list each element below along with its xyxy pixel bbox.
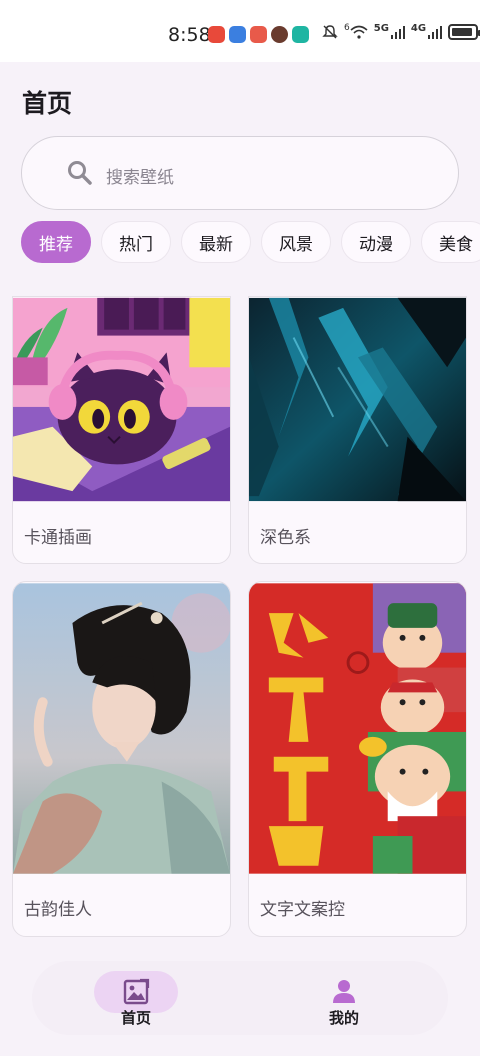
wallpaper-card[interactable]: 深色系 <box>248 296 467 564</box>
mute-icon <box>322 25 338 39</box>
shield-notification-icon <box>292 26 309 43</box>
category-chip-latest[interactable]: 最新 <box>181 221 251 263</box>
wallpaper-title: 卡通插画 <box>24 528 92 548</box>
battery-icon <box>448 24 480 40</box>
nav-home[interactable]: 首页 <box>32 961 240 1035</box>
search-icon <box>68 161 92 185</box>
avatar-notification-icon <box>271 26 288 43</box>
signal-icon <box>428 26 443 39</box>
category-chip-food[interactable]: 美食 <box>421 221 480 263</box>
search-input[interactable]: 搜索壁纸 <box>21 136 459 210</box>
nav-profile-label: 我的 <box>328 1009 359 1027</box>
page-title: 首页 <box>22 89 73 118</box>
wallpaper-card[interactable]: 文字文案控 <box>248 581 467 937</box>
wallpaper-title: 古韵佳人 <box>24 900 92 920</box>
network-5g-label: 5G <box>373 22 389 34</box>
category-chip-anime[interactable]: 动漫 <box>341 221 411 263</box>
person-icon <box>333 980 355 1003</box>
nav-profile[interactable]: 我的 <box>284 961 404 1035</box>
app-notification-icon <box>208 26 225 43</box>
wallpaper-title: 深色系 <box>260 528 311 548</box>
network-4g-label: 4G <box>410 22 427 34</box>
app-notification-icon <box>229 26 246 43</box>
wifi-icon <box>350 25 368 39</box>
category-chip-scenery[interactable]: 风景 <box>261 221 331 263</box>
search-placeholder: 搜索壁纸 <box>106 168 174 188</box>
wallpaper-title: 文字文案控 <box>260 900 345 920</box>
wallpaper-card[interactable]: 古韵佳人 <box>12 581 231 937</box>
category-tabs: 推荐 热门 最新 风景 动漫 美食 <box>21 221 480 265</box>
nav-home-label: 首页 <box>120 1009 151 1027</box>
wallpaper-image <box>249 297 466 502</box>
image-gallery-icon <box>123 978 150 1005</box>
wallpaper-image <box>13 583 230 874</box>
status-bar: 8:58 6 5G 4G <box>0 0 480 62</box>
category-chip-recommended[interactable]: 推荐 <box>21 221 91 263</box>
app-notification-icon <box>250 26 267 43</box>
signal-icon <box>390 26 405 39</box>
wallpaper-image <box>249 583 466 874</box>
bottom-navigation: 首页 我的 <box>32 961 448 1035</box>
status-time: 8:58 <box>168 24 211 46</box>
system-icons: 6 5G 4G <box>322 22 480 40</box>
wallpaper-card[interactable]: 卡通插画 <box>12 296 231 564</box>
notification-icons <box>208 26 309 43</box>
wallpaper-image <box>13 297 230 502</box>
category-chip-hot[interactable]: 热门 <box>101 221 171 263</box>
